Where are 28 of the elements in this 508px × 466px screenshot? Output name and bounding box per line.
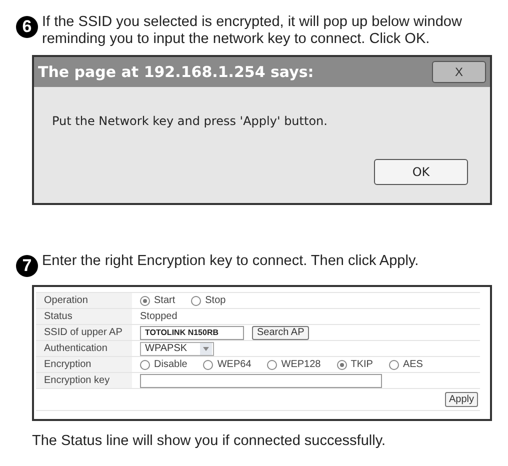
apply-button[interactable]: Apply	[444, 392, 478, 407]
step-number: 6	[16, 16, 38, 38]
footer-note: The Status line will show you if connected successfully.	[32, 433, 386, 449]
radio-option[interactable]: Stop	[191, 293, 226, 308]
radio-option[interactable]: WEP64	[203, 357, 252, 372]
field-label: SSID of upper AP	[44, 326, 122, 340]
text-field[interactable]	[140, 374, 382, 388]
text-field[interactable]: TOTOLINK N150RB	[140, 326, 244, 340]
radio-option[interactable]: Start	[140, 293, 176, 308]
field-label: Encryption key	[44, 374, 110, 388]
step-text: Enter the right Encryption key to connect. Then click Apply.	[42, 253, 419, 270]
step-number: 7	[16, 255, 38, 277]
status-value: Stopped	[140, 310, 178, 324]
field-label: Encryption	[44, 358, 92, 372]
step-text: If the SSID you selected is encrypted, it will pop up below window reminding you to input the network key to connect. Click OK.	[42, 14, 463, 48]
ok-button[interactable]: OK	[374, 159, 468, 185]
radio-option[interactable]: WEP128	[267, 357, 321, 372]
radio-option[interactable]: TKIP	[336, 357, 373, 372]
select-field[interactable]: WPAPSK	[140, 342, 214, 356]
field-label: Authentication	[44, 342, 108, 356]
dialog-title: The page at 192.168.1.254 says:	[38, 62, 314, 83]
dialog-message: Put the Network key and press 'Apply' button.	[52, 114, 328, 128]
field-label: Status	[44, 310, 72, 324]
search-ap-button[interactable]: Search AP	[252, 326, 310, 340]
radio-option[interactable]: AES	[388, 357, 423, 372]
field-label: Operation	[44, 294, 88, 308]
close-button[interactable]: X	[432, 61, 486, 83]
radio-option[interactable]: Disable	[140, 357, 188, 372]
